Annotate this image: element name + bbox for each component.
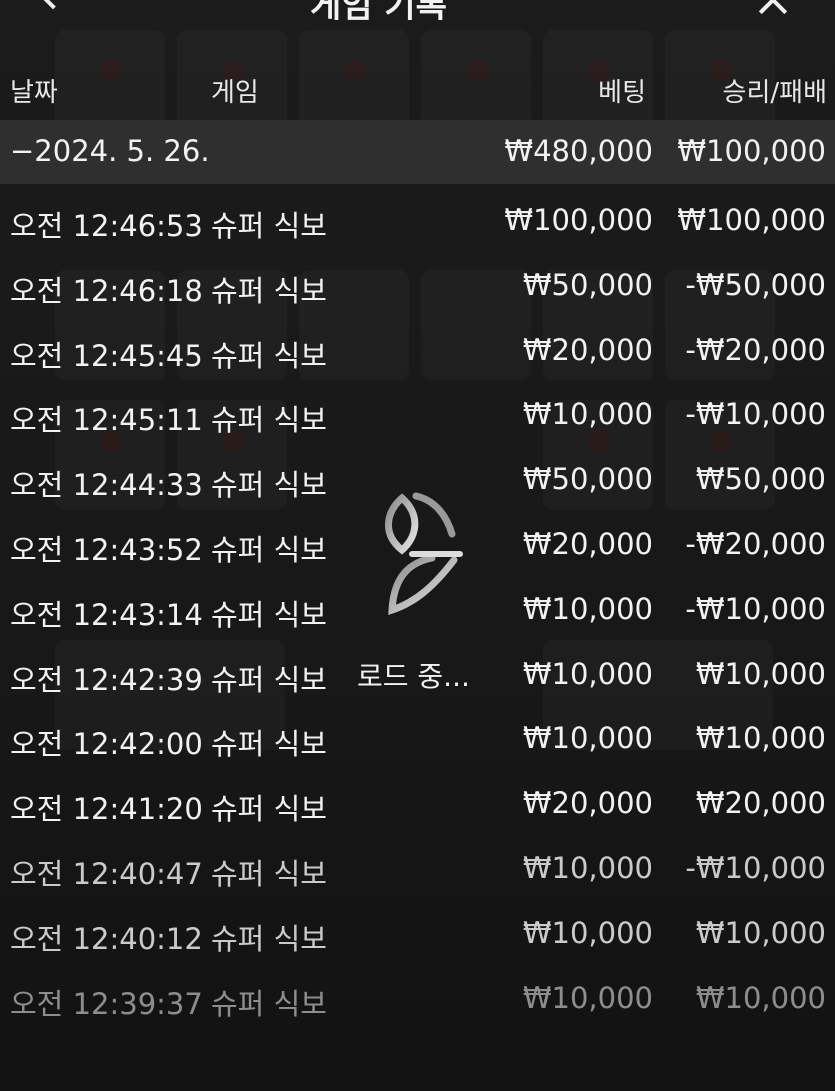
row-game: 슈퍼 식보 [211,597,327,632]
history-row[interactable]: 오전 12:40:12 슈퍼 식보 ₩10,000 ₩10,000 [0,903,835,968]
date-group-label: −2024. 5. 26. [10,134,210,168]
row-time: 오전 12:42:00 [10,727,203,762]
row-result: ₩20,000 [695,786,826,821]
close-icon[interactable] [755,0,791,18]
back-arrow-icon[interactable] [34,0,72,10]
column-header-game: 게임 [211,78,259,108]
row-result: -₩10,000 [685,591,826,626]
loading-spinner-icon [385,492,463,615]
row-game: 슈퍼 식보 [211,727,327,762]
history-row[interactable]: 오전 12:45:11 슈퍼 식보 ₩10,000 -₩10,000 [0,384,835,449]
loading-indicator: 로드 중... [355,490,480,710]
row-time: 오전 12:40:47 [10,856,203,891]
column-header-result: 승리/패배 [722,78,827,108]
row-bet: ₩10,000 [522,980,653,1015]
row-game: 슈퍼 식보 [211,792,327,827]
game-history-screen: 게임 기록 날짜 게임 베팅 승리/패배 −2024. 5. 26. ₩480,… [0,0,835,1091]
row-time: 오전 12:42:39 [10,662,203,697]
row-time: 오전 12:45:45 [10,338,203,373]
history-row[interactable]: 오전 12:42:00 슈퍼 식보 ₩10,000 ₩10,000 [0,708,835,773]
row-time: 오전 12:44:33 [10,468,203,503]
row-time: 오전 12:46:18 [10,273,203,308]
row-result: -₩20,000 [685,526,826,561]
top-bar: 게임 기록 [0,0,835,20]
row-result: -₩50,000 [685,267,826,302]
history-row[interactable]: 오전 12:39:37 슈퍼 식보 ₩10,000 ₩10,000 [0,968,835,1033]
row-result: -₩10,000 [685,850,826,885]
column-header-bet: 베팅 [598,78,646,108]
row-time: 오전 12:45:11 [10,403,203,438]
row-result: -₩10,000 [685,397,826,432]
row-game: 슈퍼 식보 [211,209,327,243]
row-time: 오전 12:40:12 [10,921,203,956]
row-bet: ₩20,000 [522,786,653,821]
row-result: ₩10,000 [695,721,826,756]
date-group-row[interactable]: −2024. 5. 26. ₩480,000 ₩100,000 [0,120,835,184]
row-time: 오전 12:39:37 [10,986,203,1021]
history-row[interactable]: 오전 12:46:18 슈퍼 식보 ₩50,000 -₩50,000 [0,255,835,320]
row-result: -₩20,000 [685,332,826,367]
loading-text: 로드 중... [357,660,470,693]
row-game: 슈퍼 식보 [211,273,327,308]
row-game: 슈퍼 식보 [211,403,327,438]
column-header-date: 날짜 [10,78,58,108]
row-bet: ₩10,000 [522,656,653,691]
history-row[interactable]: 오전 12:41:20 슈퍼 식보 ₩20,000 ₩20,000 [0,773,835,838]
row-result: ₩10,000 [695,915,826,950]
row-result: ₩10,000 [695,980,826,1015]
row-bet: ₩10,000 [522,721,653,756]
row-bet: ₩20,000 [522,526,653,561]
history-row[interactable]: 오전 12:40:47 슈퍼 식보 ₩10,000 -₩10,000 [0,838,835,903]
row-result: ₩10,000 [695,656,826,691]
row-time: 오전 12:43:14 [10,597,203,632]
history-row[interactable]: 오전 12:46:53 슈퍼 식보 ₩100,000 ₩100,000 [0,190,835,255]
row-game: 슈퍼 식보 [211,532,327,567]
page-title: 게임 기록 [310,0,447,20]
row-game: 슈퍼 식보 [211,921,327,956]
row-bet: ₩10,000 [522,915,653,950]
row-bet: ₩100,000 [504,203,653,237]
row-time: 오전 12:41:20 [10,792,203,827]
row-game: 슈퍼 식보 [211,468,327,503]
row-game: 슈퍼 식보 [211,856,327,891]
row-bet: ₩50,000 [522,462,653,497]
row-game: 슈퍼 식보 [211,986,327,1021]
row-game: 슈퍼 식보 [211,662,327,697]
column-header-row: 날짜 게임 베팅 승리/패배 [0,62,835,114]
row-result: ₩100,000 [677,203,826,237]
row-result: ₩50,000 [695,462,826,497]
row-game: 슈퍼 식보 [211,338,327,373]
row-bet: ₩10,000 [522,850,653,885]
row-time: 오전 12:46:53 [10,209,203,243]
row-bet: ₩20,000 [522,332,653,367]
row-bet: ₩50,000 [522,267,653,302]
history-row[interactable]: 오전 12:45:45 슈퍼 식보 ₩20,000 -₩20,000 [0,320,835,385]
row-time: 오전 12:43:52 [10,532,203,567]
date-group-bet-total: ₩480,000 [504,134,653,168]
date-group-result-total: ₩100,000 [677,134,826,168]
row-bet: ₩10,000 [522,591,653,626]
row-bet: ₩10,000 [522,397,653,432]
